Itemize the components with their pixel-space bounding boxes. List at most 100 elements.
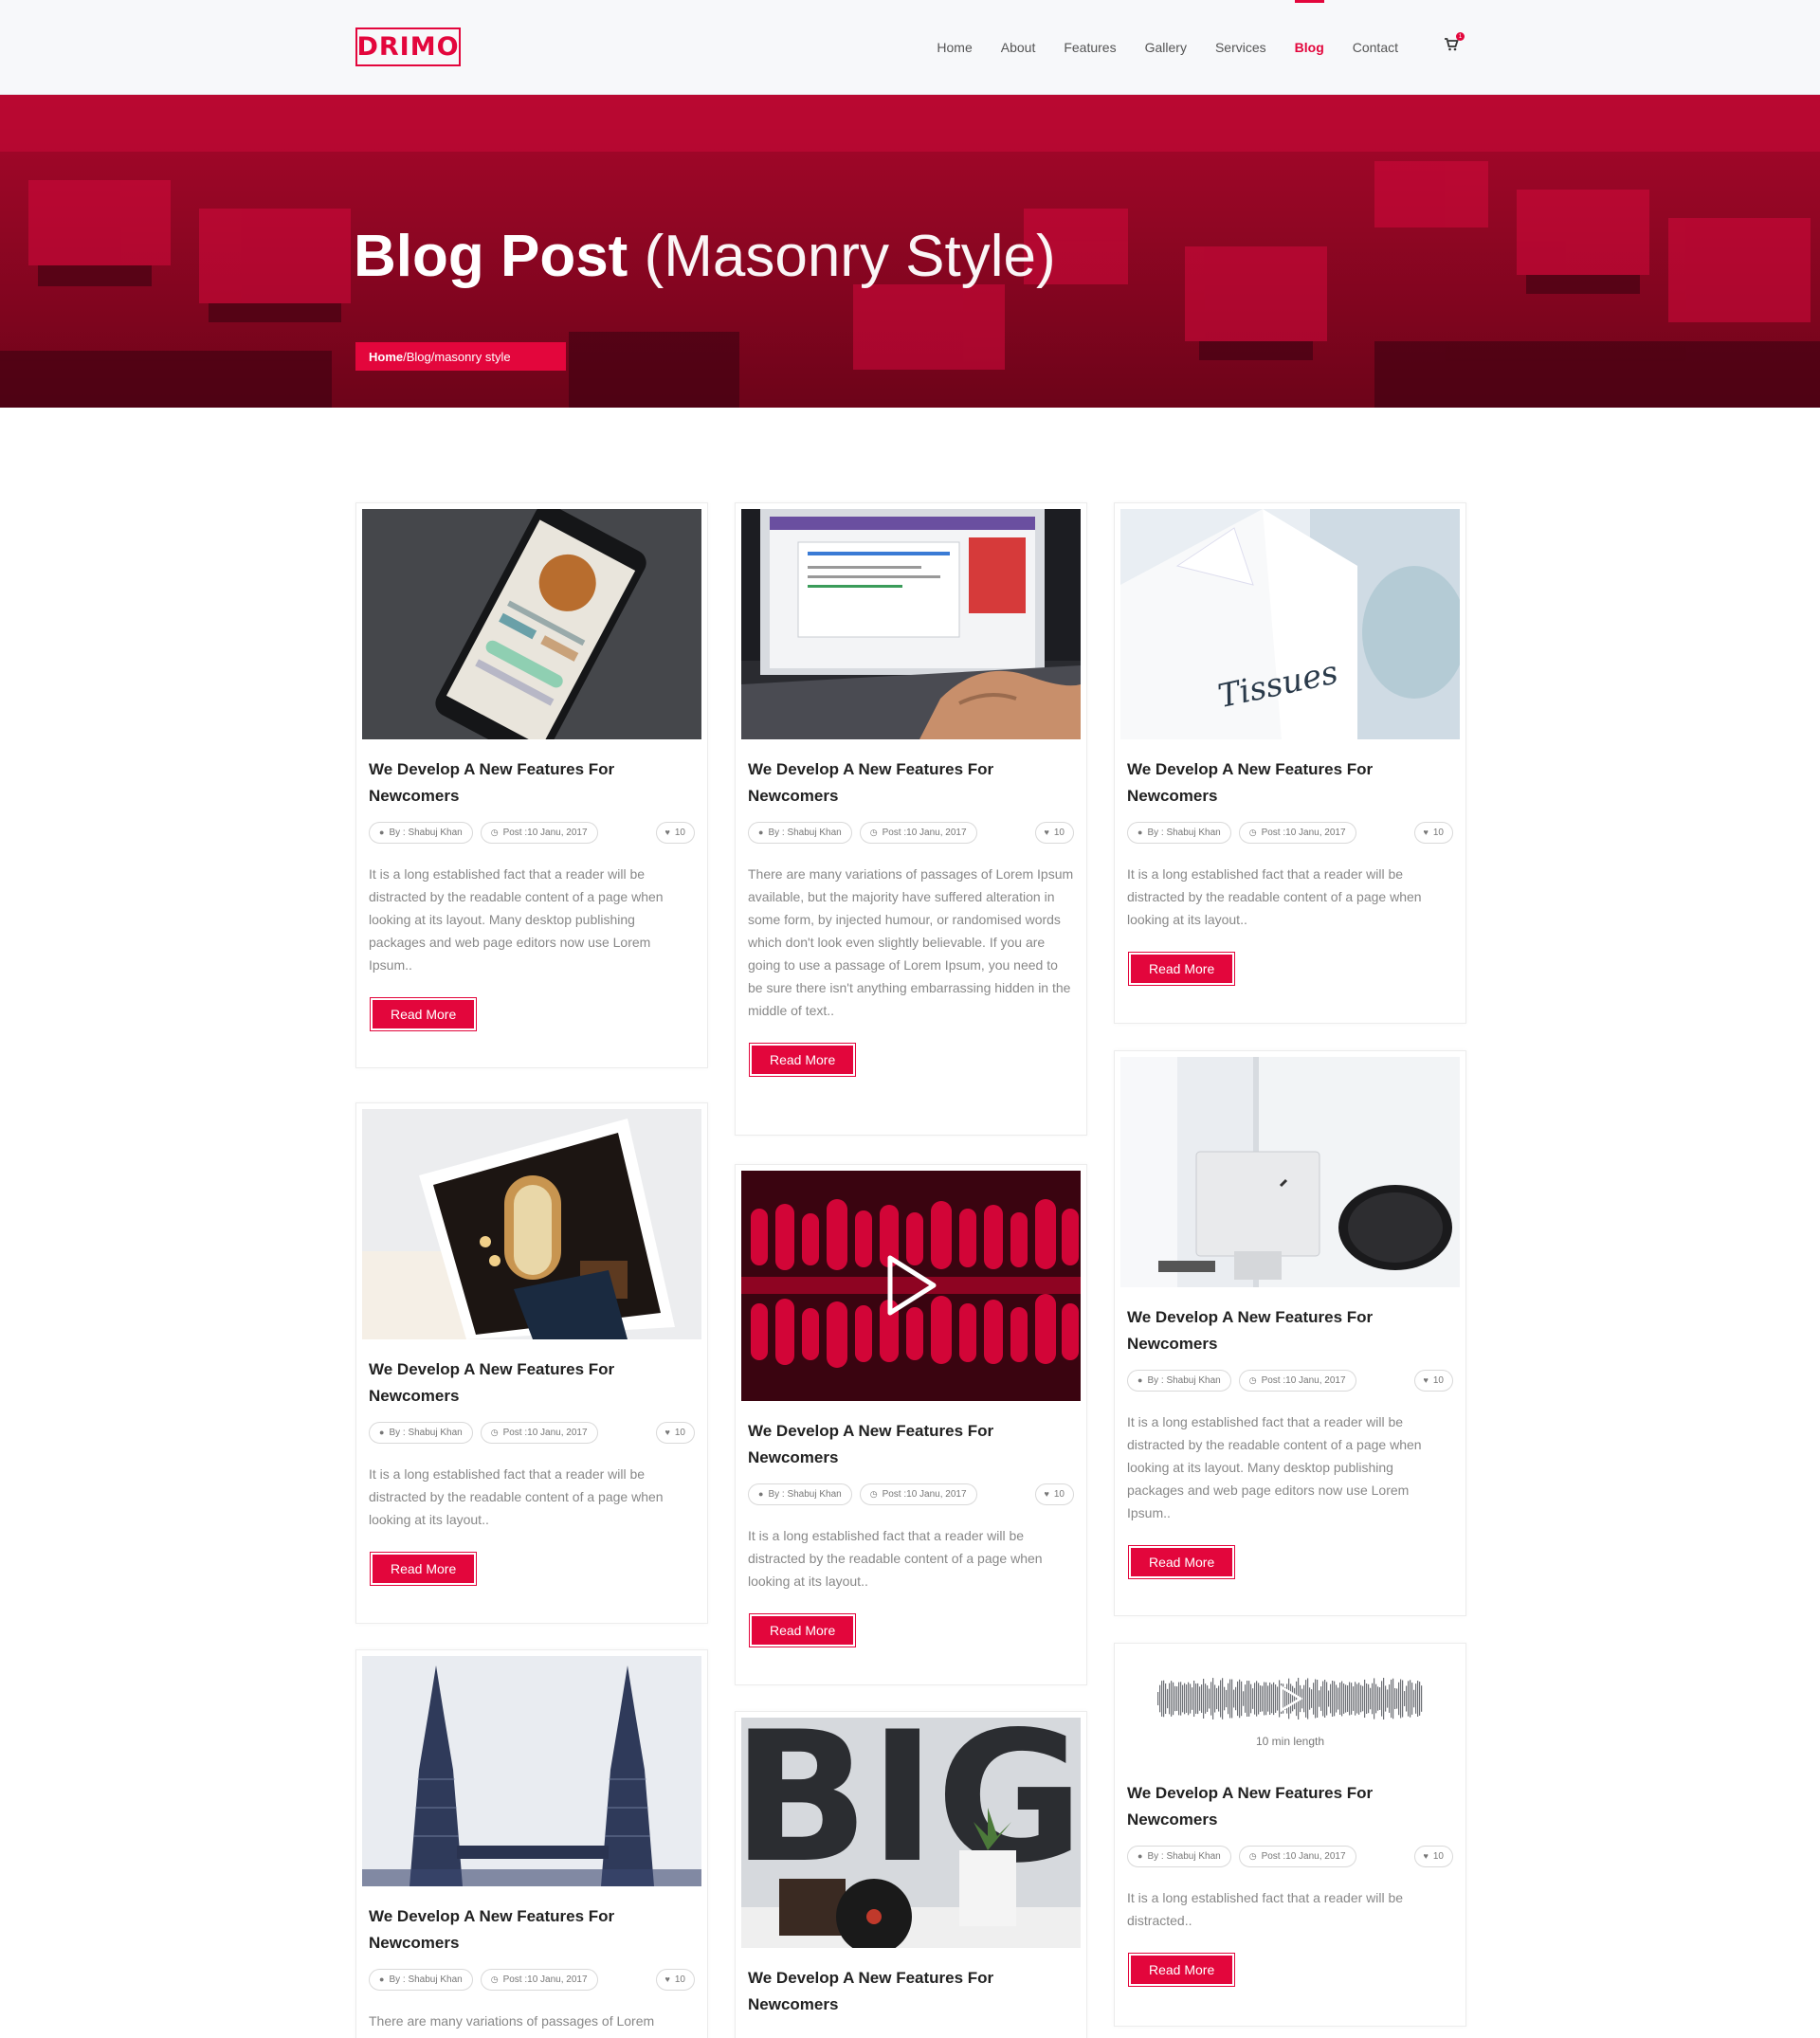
card-image[interactable]	[362, 509, 701, 739]
date-badge: ◷ Post :10 Janu, 2017	[480, 1421, 598, 1444]
waveform-bar	[1205, 1683, 1207, 1714]
card-image[interactable]	[741, 509, 1081, 739]
waveform-bar	[1173, 1682, 1174, 1716]
nav-item-features[interactable]: Features	[1064, 0, 1116, 95]
waveform-bar	[1190, 1683, 1192, 1714]
author-badge[interactable]: ● By : Shabuj Khan	[1127, 821, 1231, 844]
clock-icon: ◷	[869, 827, 878, 837]
card-excerpt: It is a long established fact that a rea…	[1127, 1414, 1422, 1520]
photo-print-image	[362, 1109, 701, 1339]
page-title-light: (Masonry Style)	[644, 224, 1056, 289]
waveform-bar	[1264, 1682, 1265, 1716]
card-title[interactable]: We Develop A New Features For Newcomers	[369, 1903, 653, 1956]
post-date: Post :10 Janu, 2017	[502, 827, 588, 838]
waveform-bar	[1387, 1689, 1389, 1708]
waveform-bar	[1362, 1685, 1364, 1712]
read-more-button[interactable]: Read More	[1127, 1545, 1236, 1579]
card-title[interactable]: We Develop A New Features For Newcomers	[369, 1356, 653, 1410]
card-title[interactable]: We Develop A New Features For Newcomers	[1127, 1780, 1411, 1833]
nav-item-blog[interactable]: Blog	[1294, 0, 1324, 95]
heart-icon: ♥	[664, 1974, 670, 1984]
post-date: Post :10 Janu, 2017	[502, 1427, 588, 1438]
waveform-bar	[1347, 1685, 1349, 1712]
heart-icon: ♥	[664, 1428, 670, 1437]
waveform-bar	[1355, 1682, 1356, 1716]
card-image[interactable]	[1120, 1057, 1460, 1287]
card-title[interactable]: We Develop A New Features For Newcomers	[1127, 1304, 1411, 1357]
card-image[interactable]	[362, 1109, 701, 1339]
author-badge[interactable]: ● By : Shabuj Khan	[748, 821, 852, 844]
author-badge[interactable]: ● By : Shabuj Khan	[748, 1483, 852, 1505]
author-name: By : Shabuj Khan	[389, 1974, 463, 1985]
laptop-image	[741, 509, 1081, 739]
card-image[interactable]: BIG	[741, 1718, 1081, 1948]
like-button[interactable]: ♥ 10	[1413, 821, 1453, 844]
card-title[interactable]: We Develop A New Features For Newcomers	[1127, 756, 1411, 810]
card-video[interactable]	[741, 1171, 1081, 1401]
author-badge[interactable]: ● By : Shabuj Khan	[369, 821, 473, 844]
waveform-bar	[1336, 1684, 1338, 1713]
waveform-bar	[1330, 1683, 1332, 1714]
card-title[interactable]: We Develop A New Features For Newcomers	[369, 756, 653, 810]
nav-item-services[interactable]: Services	[1215, 0, 1266, 95]
read-more-button[interactable]: Read More	[369, 997, 478, 1031]
waveform-bar	[1383, 1678, 1385, 1720]
imac-image	[1120, 1057, 1460, 1287]
card-image[interactable]	[362, 1656, 701, 1886]
logo[interactable]: DRIMO	[355, 27, 461, 66]
author-badge[interactable]: ● By : Shabuj Khan	[1127, 1845, 1231, 1867]
heart-icon: ♥	[1423, 1375, 1429, 1385]
card-excerpt: It is a long established fact that a rea…	[748, 1528, 1043, 1589]
read-more-button[interactable]: Read More	[369, 1552, 478, 1586]
waveform-bar	[1201, 1684, 1203, 1713]
card-image[interactable]: Tissues	[1120, 509, 1460, 739]
like-button[interactable]: ♥ 10	[655, 821, 695, 844]
like-button[interactable]: ♥ 10	[1413, 1369, 1453, 1392]
waveform-bar	[1392, 1678, 1394, 1720]
author-badge[interactable]: ● By : Shabuj Khan	[369, 1421, 473, 1444]
author-badge[interactable]: ● By : Shabuj Khan	[369, 1968, 473, 1991]
waveform-bar	[1197, 1683, 1199, 1715]
waveform-bar	[1309, 1687, 1311, 1710]
nav-item-home[interactable]: Home	[937, 0, 972, 95]
read-more-button[interactable]: Read More	[748, 1613, 857, 1647]
card-title[interactable]: We Develop A New Features For Newcomers	[748, 1965, 1032, 2018]
nav-item-contact[interactable]: Contact	[1353, 0, 1398, 95]
breadcrumb-home-link[interactable]: Home	[369, 350, 403, 364]
like-button[interactable]: ♥ 10	[1413, 1845, 1453, 1867]
waveform-bar	[1209, 1688, 1210, 1709]
card-meta: ● By : Shabuj Khan ◷ Post :10 Janu, 2017 ♥…	[369, 1968, 695, 1991]
cart-count-badge: 1	[1456, 32, 1465, 41]
read-more-button[interactable]: Read More	[1127, 952, 1236, 986]
cart-icon[interactable]: 1	[1444, 32, 1465, 54]
waveform-bar	[1415, 1683, 1417, 1714]
like-button[interactable]: ♥ 10	[1034, 1483, 1074, 1505]
like-button[interactable]: ♥ 10	[655, 1421, 695, 1444]
post-date: Post :10 Janu, 2017	[502, 1974, 588, 1985]
svg-text:BIG: BIG	[741, 1718, 1081, 1902]
user-icon: ●	[758, 828, 764, 837]
waveform-bar	[1332, 1681, 1334, 1717]
author-name: By : Shabuj Khan	[768, 827, 842, 838]
waveform-bar	[1273, 1682, 1275, 1716]
play-icon[interactable]	[883, 1254, 939, 1317]
waveform-bar	[1199, 1686, 1201, 1711]
audio-player[interactable]: 10 min length	[1120, 1649, 1460, 1763]
like-button[interactable]: ♥ 10	[655, 1968, 695, 1991]
heart-icon: ♥	[1044, 828, 1049, 837]
play-icon[interactable]	[1278, 1685, 1302, 1712]
card-title[interactable]: We Develop A New Features For Newcomers	[748, 1418, 1032, 1471]
read-more-button[interactable]: Read More	[1127, 1953, 1236, 1987]
nav-item-gallery[interactable]: Gallery	[1145, 0, 1187, 95]
waveform-bar	[1195, 1683, 1197, 1714]
waveform-bar	[1182, 1684, 1184, 1713]
waveform-bar	[1186, 1684, 1188, 1713]
read-more-button[interactable]: Read More	[748, 1043, 857, 1077]
post-date: Post :10 Janu, 2017	[882, 1488, 967, 1500]
card-title[interactable]: We Develop A New Features For Newcomers	[748, 756, 1032, 810]
blog-card: Tissues We Develop A New Features For Ne…	[1114, 502, 1466, 1024]
author-badge[interactable]: ● By : Shabuj Khan	[1127, 1369, 1231, 1392]
like-count: 10	[674, 1427, 685, 1438]
nav-item-about[interactable]: About	[1001, 0, 1036, 95]
like-button[interactable]: ♥ 10	[1034, 821, 1074, 844]
